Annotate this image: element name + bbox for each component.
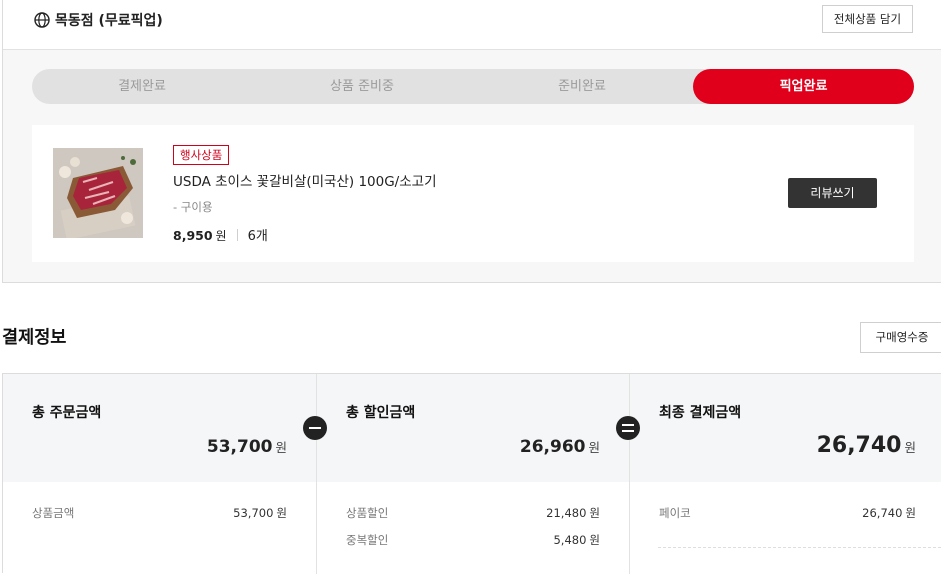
detail-row: 페이코 26,740 원 bbox=[659, 505, 916, 521]
detail-row: 상품금액 53,700 원 bbox=[32, 505, 287, 521]
product-card: 행사상품 USDA 초이스 꽃갈비살(미국산) 100G/소고기 - 구이용 8… bbox=[32, 125, 914, 262]
detail-value: 21,480 원 bbox=[546, 505, 600, 521]
step-payment-complete: 결제완료 bbox=[118, 79, 166, 94]
currency-unit: 원 bbox=[588, 440, 600, 455]
currency-unit: 원 bbox=[589, 533, 600, 547]
total-discount-amount: 26,960 원 bbox=[520, 437, 600, 457]
detail-value: 5,480 원 bbox=[553, 532, 600, 548]
purchase-receipt-button[interactable]: 구매영수증 bbox=[860, 322, 941, 353]
detail-row: 상품할인 21,480 원 bbox=[346, 505, 600, 521]
final-payment-column: 최종 결제금액 26,740 원 페이코 26,740 원 bbox=[629, 374, 941, 574]
payment-summary: 총 주문금액 53,700 원 상품금액 53,700 원 총 할인금액 26,96… bbox=[2, 373, 941, 574]
dashed-divider bbox=[658, 547, 941, 548]
currency-unit: 원 bbox=[904, 440, 916, 455]
minus-circle-icon bbox=[303, 416, 327, 440]
final-payment-value: 26,740 bbox=[816, 433, 902, 458]
detail-label: 상품금액 bbox=[32, 506, 75, 520]
store-name: 목동점 (무료픽업) bbox=[55, 13, 163, 29]
currency-unit: 원 bbox=[276, 506, 287, 520]
detail-label: 페이코 bbox=[659, 506, 691, 520]
detail-amount: 5,480 bbox=[553, 533, 587, 547]
step-preparing: 상품 준비중 bbox=[330, 79, 394, 94]
total-discount-column: 총 할인금액 26,960 원 상품할인 21,480 원 중복할인 5,480 원 bbox=[316, 374, 629, 574]
total-order-label: 총 주문금액 bbox=[32, 405, 102, 421]
product-option: - 구이용 bbox=[173, 200, 213, 214]
step-ready: 준비완료 bbox=[558, 79, 606, 94]
meat-image-icon bbox=[53, 148, 143, 238]
store-header: 목동점 (무료픽업) 전체상품 담기 bbox=[3, 0, 941, 50]
currency-unit: 원 bbox=[589, 506, 600, 520]
price-unit: 원 bbox=[215, 229, 227, 243]
divider bbox=[236, 229, 238, 241]
store-order-panel: 목동점 (무료픽업) 전체상품 담기 결제완료 상품 준비중 준비완료 픽업완료… bbox=[2, 0, 941, 283]
write-review-button[interactable]: 리뷰쓰기 bbox=[788, 178, 877, 208]
currency-unit: 원 bbox=[905, 506, 916, 520]
detail-label: 중복할인 bbox=[346, 533, 389, 547]
promo-badge: 행사상품 bbox=[173, 145, 230, 165]
detail-amount: 26,740 bbox=[862, 506, 903, 520]
order-progress-bar: 결제완료 상품 준비중 준비완료 픽업완료 bbox=[32, 69, 914, 104]
price-row: 8,950 원 6개 bbox=[173, 225, 268, 244]
detail-row: 중복할인 5,480 원 bbox=[346, 532, 600, 548]
total-order-value: 53,700 bbox=[206, 437, 273, 457]
product-price: 8,950 bbox=[173, 228, 213, 243]
equals-circle-icon bbox=[616, 416, 640, 440]
product-name[interactable]: USDA 초이스 꽃갈비살(미국산) 100G/소고기 bbox=[173, 170, 437, 190]
total-discount-value: 26,960 bbox=[519, 437, 586, 457]
detail-amount: 21,480 bbox=[546, 506, 587, 520]
payment-info-title: 결제정보 bbox=[2, 328, 67, 348]
step-pickup-complete: 픽업완료 bbox=[693, 69, 914, 104]
detail-value: 26,740 원 bbox=[862, 505, 916, 521]
total-order-header: 총 주문금액 53,700 원 bbox=[3, 374, 316, 482]
final-payment-header: 최종 결제금액 26,740 원 bbox=[630, 374, 941, 482]
total-discount-header: 총 할인금액 26,960 원 bbox=[317, 374, 629, 482]
total-order-amount: 53,700 원 bbox=[207, 437, 287, 457]
detail-label: 상품할인 bbox=[346, 506, 389, 520]
currency-unit: 원 bbox=[275, 440, 287, 455]
globe-icon bbox=[34, 12, 50, 28]
detail-amount: 53,700 bbox=[233, 506, 274, 520]
add-all-to-cart-button[interactable]: 전체상품 담기 bbox=[822, 5, 913, 33]
detail-value: 53,700 원 bbox=[233, 505, 287, 521]
product-image[interactable] bbox=[53, 148, 143, 238]
final-payment-label: 최종 결제금액 bbox=[659, 405, 742, 421]
total-order-column: 총 주문금액 53,700 원 상품금액 53,700 원 bbox=[3, 374, 316, 574]
total-discount-label: 총 할인금액 bbox=[346, 405, 416, 421]
product-quantity: 6개 bbox=[247, 229, 268, 244]
final-payment-amount: 26,740 원 bbox=[817, 433, 916, 458]
